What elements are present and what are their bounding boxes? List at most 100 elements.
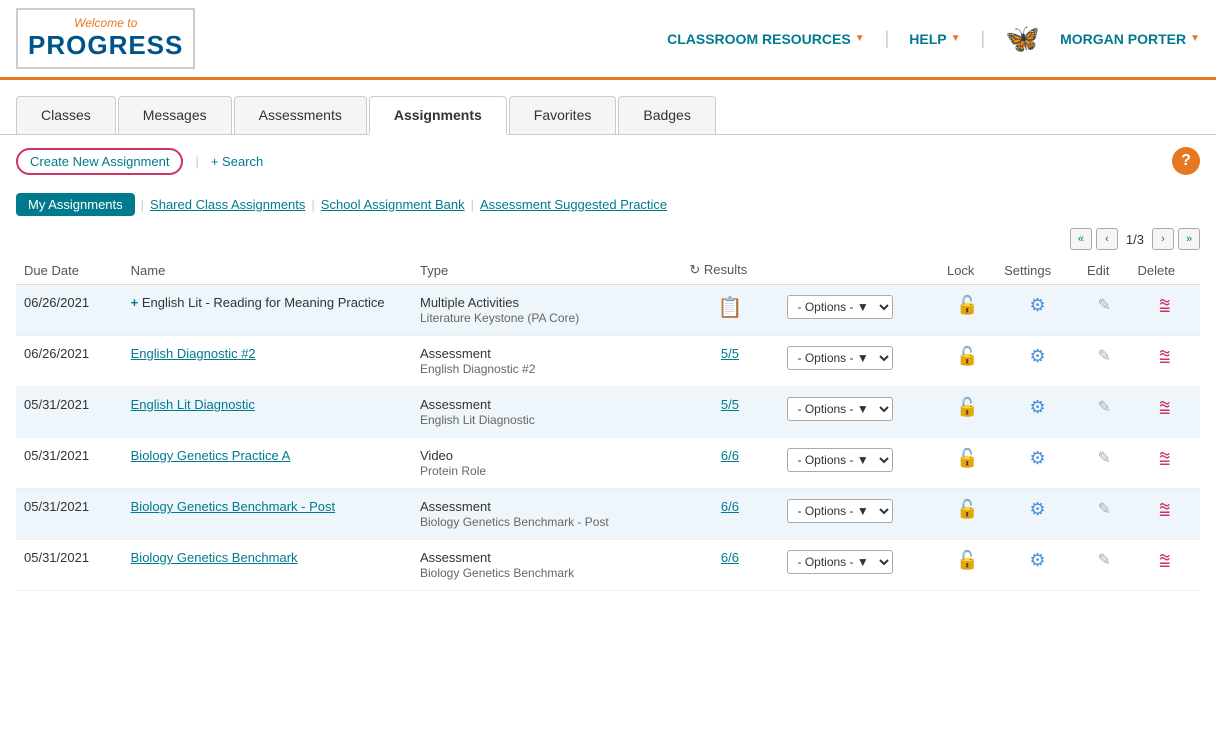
- type-sub: English Diagnostic #2: [420, 362, 535, 376]
- action-bar: Create New Assignment | + Search ?: [0, 135, 1216, 187]
- type-sub: Biology Genetics Benchmark: [420, 566, 574, 580]
- col-edit: Edit: [1079, 256, 1130, 285]
- delete-icon[interactable]: ⩰: [1159, 295, 1171, 317]
- lock-icon[interactable]: 🔓: [956, 346, 978, 366]
- edit-icon[interactable]: ✎: [1098, 450, 1111, 467]
- cell-type: AssessmentBiology Genetics Benchmark - P…: [412, 489, 681, 540]
- pagination-prev[interactable]: ‹: [1096, 228, 1118, 250]
- col-settings: Settings: [996, 256, 1079, 285]
- sub-nav-assessment-suggested[interactable]: Assessment Suggested Practice: [480, 197, 667, 212]
- edit-icon[interactable]: ✎: [1098, 348, 1111, 365]
- tab-badges[interactable]: Badges: [618, 96, 715, 134]
- header: Welcome to PROGRESS CLASSROOM RESOURCES …: [0, 0, 1216, 80]
- sub-nav-my-assignments[interactable]: My Assignments: [16, 193, 135, 216]
- col-due-date: Due Date: [16, 256, 123, 285]
- help-button[interactable]: ?: [1172, 147, 1200, 175]
- name-plus-icon: +: [131, 295, 142, 310]
- gear-icon[interactable]: ⚙: [1029, 499, 1045, 519]
- pagination-next[interactable]: ›: [1152, 228, 1174, 250]
- lock-icon[interactable]: 🔓: [956, 499, 978, 519]
- search-link[interactable]: + Search: [211, 154, 263, 169]
- tab-assessments[interactable]: Assessments: [234, 96, 367, 134]
- lock-icon[interactable]: 🔓: [956, 295, 978, 315]
- gear-icon[interactable]: ⚙: [1029, 397, 1045, 417]
- create-new-assignment-button[interactable]: Create New Assignment: [16, 148, 183, 175]
- delete-icon[interactable]: ⩰: [1159, 346, 1171, 368]
- cell-type: AssessmentBiology Genetics Benchmark: [412, 540, 681, 591]
- tab-messages[interactable]: Messages: [118, 96, 232, 134]
- lock-icon[interactable]: 🔓: [956, 550, 978, 570]
- results-link[interactable]: 6/6: [721, 499, 739, 514]
- delete-icon[interactable]: ⩰: [1159, 397, 1171, 419]
- cell-name: English Lit Diagnostic: [123, 387, 412, 438]
- tab-assignments[interactable]: Assignments: [369, 96, 507, 135]
- help-menu[interactable]: HELP ▼: [909, 31, 960, 47]
- gear-icon[interactable]: ⚙: [1029, 550, 1045, 570]
- results-link[interactable]: 6/6: [721, 550, 739, 565]
- cell-delete: ⩰: [1130, 438, 1201, 489]
- type-sub: English Lit Diagnostic: [420, 413, 535, 427]
- gear-icon[interactable]: ⚙: [1029, 295, 1045, 315]
- col-empty: [779, 256, 939, 285]
- cell-lock: 🔓: [939, 540, 996, 591]
- cell-settings: ⚙: [996, 387, 1079, 438]
- options-dropdown[interactable]: - Options - ▼: [787, 346, 893, 370]
- cell-options: - Options - ▼: [779, 489, 939, 540]
- cell-edit: ✎: [1079, 285, 1130, 336]
- options-dropdown[interactable]: - Options - ▼: [787, 499, 893, 523]
- results-link[interactable]: 5/5: [721, 397, 739, 412]
- col-results: ↻ Results: [681, 256, 778, 285]
- delete-icon[interactable]: ⩰: [1159, 550, 1171, 572]
- nav-divider-2: |: [981, 28, 986, 49]
- sub-nav-school-bank[interactable]: School Assignment Bank: [321, 197, 465, 212]
- options-dropdown[interactable]: - Options - ▼: [787, 550, 893, 574]
- pagination-first[interactable]: «: [1070, 228, 1092, 250]
- delete-icon[interactable]: ⩰: [1159, 448, 1171, 470]
- help-arrow: ▼: [951, 33, 961, 44]
- results-link[interactable]: 5/5: [721, 346, 739, 361]
- assignment-name-link[interactable]: Biology Genetics Benchmark - Post: [131, 499, 335, 514]
- options-dropdown[interactable]: - Options - ▼: [787, 295, 893, 319]
- assignment-name-link[interactable]: Biology Genetics Benchmark: [131, 550, 298, 565]
- type-main: Assessment: [420, 346, 491, 361]
- cell-delete: ⩰: [1130, 540, 1201, 591]
- gear-icon[interactable]: ⚙: [1029, 448, 1045, 468]
- cell-results: 6/6: [681, 489, 778, 540]
- sub-nav-sep-3: |: [471, 197, 474, 212]
- cell-due-date: 06/26/2021: [16, 285, 123, 336]
- col-type: Type: [412, 256, 681, 285]
- logo: Welcome to PROGRESS: [16, 8, 236, 69]
- logo-box: Welcome to PROGRESS: [16, 8, 195, 69]
- edit-icon[interactable]: ✎: [1098, 552, 1111, 569]
- gear-icon[interactable]: ⚙: [1029, 346, 1045, 366]
- edit-icon[interactable]: ✎: [1098, 501, 1111, 518]
- sub-nav-shared-class[interactable]: Shared Class Assignments: [150, 197, 305, 212]
- lock-icon[interactable]: 🔓: [956, 448, 978, 468]
- type-main: Assessment: [420, 397, 491, 412]
- assignment-name-link[interactable]: Biology Genetics Practice A: [131, 448, 291, 463]
- cell-delete: ⩰: [1130, 489, 1201, 540]
- options-dropdown[interactable]: - Options - ▼: [787, 397, 893, 421]
- col-name: Name: [123, 256, 412, 285]
- tab-classes[interactable]: Classes: [16, 96, 116, 134]
- user-menu[interactable]: MORGAN PORTER ▼: [1060, 31, 1200, 47]
- header-nav: CLASSROOM RESOURCES ▼ | HELP ▼ | 🦋 MORGA…: [667, 22, 1200, 55]
- cell-results: 5/5: [681, 387, 778, 438]
- pagination-last[interactable]: »: [1178, 228, 1200, 250]
- lock-icon[interactable]: 🔓: [956, 397, 978, 417]
- cell-lock: 🔓: [939, 336, 996, 387]
- delete-icon[interactable]: ⩰: [1159, 499, 1171, 521]
- assignment-name-link[interactable]: English Diagnostic #2: [131, 346, 256, 361]
- tab-favorites[interactable]: Favorites: [509, 96, 617, 134]
- cell-edit: ✎: [1079, 540, 1130, 591]
- type-main: Video: [420, 448, 453, 463]
- edit-icon[interactable]: ✎: [1098, 297, 1111, 314]
- table-header-row: Due Date Name Type ↻ Results Lock Settin…: [16, 256, 1200, 285]
- options-dropdown[interactable]: - Options - ▼: [787, 448, 893, 472]
- classroom-resources-menu[interactable]: CLASSROOM RESOURCES ▼: [667, 31, 864, 47]
- cell-options: - Options - ▼: [779, 438, 939, 489]
- assignment-name-link[interactable]: English Lit Diagnostic: [131, 397, 255, 412]
- edit-icon[interactable]: ✎: [1098, 399, 1111, 416]
- results-link[interactable]: 6/6: [721, 448, 739, 463]
- tabs-bar: Classes Messages Assessments Assignments…: [0, 80, 1216, 135]
